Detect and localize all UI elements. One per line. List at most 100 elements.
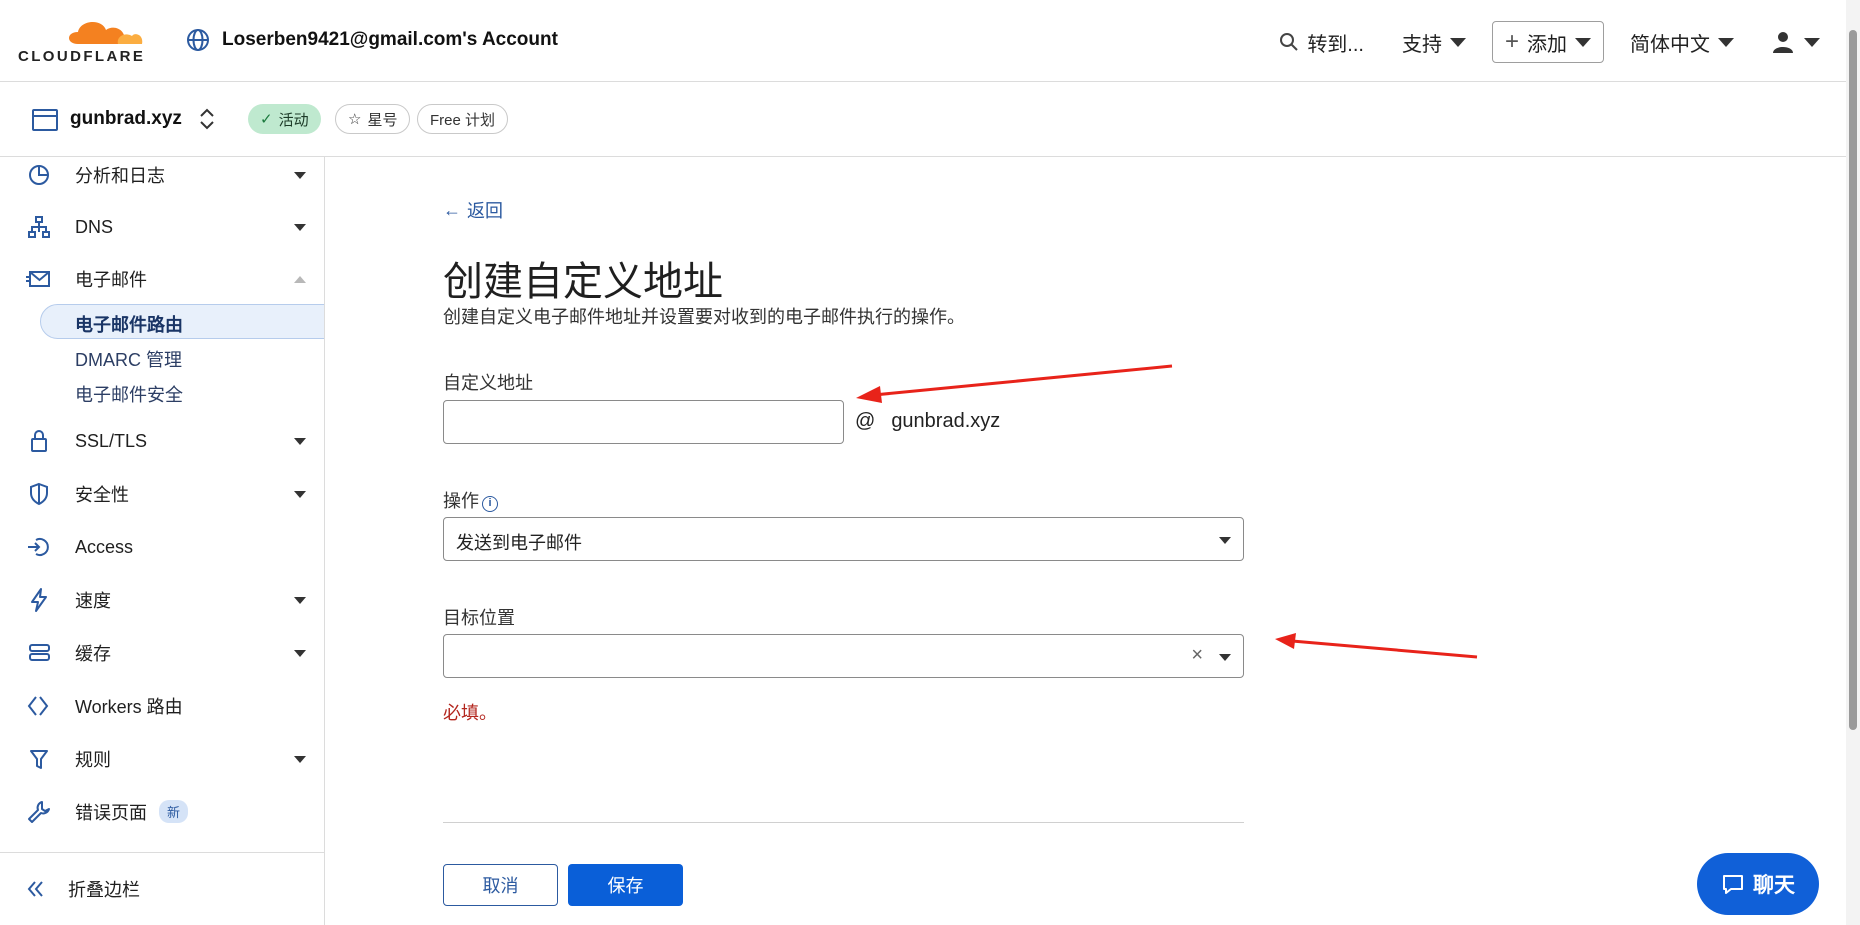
chevron-up-icon xyxy=(294,275,306,283)
action-label-text: 操作 xyxy=(443,491,479,511)
chevron-down-icon xyxy=(294,596,306,604)
check-icon: ✓ xyxy=(260,111,273,128)
sidebar-item-label: 电子邮件 xyxy=(75,270,147,290)
support-label: 支持 xyxy=(1401,33,1442,56)
browser-window-icon xyxy=(32,109,58,131)
custom-address-input[interactable] xyxy=(443,400,844,444)
scrollbar-thumb[interactable] xyxy=(1849,30,1857,730)
plus-icon: + xyxy=(1504,28,1519,55)
clear-icon[interactable]: × xyxy=(1191,644,1203,667)
save-button[interactable]: 保存 xyxy=(568,864,683,906)
cloudflare-logo[interactable]: CLOUDFLARE xyxy=(18,14,158,66)
star-icon: ☆ xyxy=(348,111,362,128)
chevron-down-icon xyxy=(1449,37,1466,47)
annotation-arrow-destination xyxy=(1275,633,1478,659)
sidebar-item-label: Workers 路由 xyxy=(75,697,183,717)
sidebar-item-security[interactable]: 安全性 xyxy=(0,472,324,516)
back-link[interactable]: ← 返回 xyxy=(443,197,503,223)
chevron-down-icon xyxy=(1718,37,1734,47)
plan-badge[interactable]: Free 计划 xyxy=(417,104,509,134)
language-label: 简体中文 xyxy=(1630,33,1710,56)
chevron-down-icon xyxy=(294,223,306,231)
sidebar-item-label: DNS xyxy=(75,216,114,237)
action-select-value: 发送到电子邮件 xyxy=(456,533,582,553)
sidebar-item-label: 规则 xyxy=(75,750,111,770)
main-content: ← 返回 创建自定义地址 创建自定义电子邮件地址并设置要对收到的电子邮件执行的操… xyxy=(443,157,1743,925)
address-domain: @ gunbrad.xyz xyxy=(855,410,1000,433)
add-button[interactable]: + 添加 xyxy=(1491,21,1604,63)
sidebar-subitem-email-routing[interactable]: 电子邮件路由 xyxy=(75,311,183,337)
goto-label: 转到... xyxy=(1307,33,1364,56)
cloud-logo-icon xyxy=(69,21,143,44)
globe-icon xyxy=(187,29,209,51)
chevron-down-icon xyxy=(1575,37,1591,47)
chat-button[interactable]: 聊天 xyxy=(1697,853,1819,915)
at-symbol: @ xyxy=(855,410,876,432)
form-divider xyxy=(443,822,1244,823)
star-button[interactable]: ☆ 星号 xyxy=(335,104,411,134)
destination-error: 必填。 xyxy=(443,703,497,723)
account-switcher[interactable]: Loserben9421@gmail.com's Account xyxy=(186,28,558,52)
cancel-button[interactable]: 取消 xyxy=(443,864,558,906)
search-icon xyxy=(1280,33,1299,51)
account-name: Loserben9421@gmail.com's Account xyxy=(222,29,558,50)
funnel-icon xyxy=(30,750,48,769)
page-scrollbar[interactable] xyxy=(1846,0,1860,925)
access-icon xyxy=(28,538,49,556)
sidebar-item-email[interactable]: 电子邮件 xyxy=(0,257,324,301)
shield-icon xyxy=(30,482,48,506)
sidebar-item-speed[interactable]: 速度 xyxy=(0,578,324,622)
sidebar-item-workers-routes[interactable]: Workers 路由 xyxy=(0,684,324,728)
destination-select[interactable]: × xyxy=(443,634,1244,678)
chevron-down-icon xyxy=(294,755,306,763)
domain-text: gunbrad.xyz xyxy=(891,410,1001,432)
sidebar-item-cache[interactable]: 缓存 xyxy=(0,631,324,675)
sidebar-item-label: 错误页面新 xyxy=(75,799,189,825)
chat-bubble-icon xyxy=(1723,875,1743,894)
new-badge: 新 xyxy=(159,800,189,823)
sidebar-item-error-pages[interactable]: 错误页面新 xyxy=(0,790,324,834)
chevron-down-icon[interactable] xyxy=(1219,654,1231,661)
chevron-down-icon xyxy=(294,490,306,498)
sidebar-item-access[interactable]: Access xyxy=(0,525,324,569)
sidebar-item-rules[interactable]: 规则 xyxy=(0,737,324,781)
chevron-down-icon xyxy=(294,437,306,445)
logo-wordmark: CLOUDFLARE xyxy=(18,48,146,65)
zone-switcher-icon[interactable] xyxy=(196,106,218,132)
sidebar-item-label: SSL/TLS xyxy=(75,430,148,451)
lock-icon xyxy=(31,430,47,452)
workers-icon xyxy=(27,696,49,716)
chevron-down-icon xyxy=(294,171,306,179)
destination-label: 目标位置 xyxy=(443,608,515,628)
sidebar-subitem-dmarc[interactable]: DMARC 管理 xyxy=(75,346,182,372)
chevron-down-icon xyxy=(1804,37,1820,47)
wrench-icon xyxy=(28,801,50,823)
star-label: 星号 xyxy=(367,111,398,129)
zone-name[interactable]: gunbrad.xyz xyxy=(70,108,182,130)
envelope-icon xyxy=(26,271,50,287)
network-icon xyxy=(28,216,50,238)
user-menu[interactable] xyxy=(1772,31,1820,53)
sidebar-item-label: Access xyxy=(75,536,134,557)
collapse-sidebar[interactable]: 折叠边栏 xyxy=(0,852,325,925)
zone-bar: gunbrad.xyz ✓ 活动 ☆ 星号 Free 计划 xyxy=(0,82,1846,157)
action-select[interactable]: 发送到电子邮件 xyxy=(443,517,1244,561)
language-menu[interactable]: 简体中文 xyxy=(1630,28,1734,57)
server-icon xyxy=(29,644,50,661)
chevron-down-icon xyxy=(294,649,306,657)
goto-search[interactable]: 转到... xyxy=(1279,28,1364,57)
chevron-down-icon xyxy=(1219,537,1231,544)
chat-label: 聊天 xyxy=(1753,874,1795,897)
sidebar-item-ssl[interactable]: SSL/TLS xyxy=(0,419,324,463)
top-header: CLOUDFLARE Loserben9421@gmail.com's Acco… xyxy=(0,0,1860,82)
sidebar-subitem-email-security[interactable]: 电子邮件安全 xyxy=(75,381,183,407)
action-label: 操作 i xyxy=(443,487,498,513)
sidebar-item-label: 安全性 xyxy=(75,485,129,505)
custom-address-label: 自定义地址 xyxy=(443,373,533,393)
info-icon[interactable]: i xyxy=(482,496,498,512)
support-menu[interactable]: 支持 xyxy=(1402,28,1466,57)
sidebar-item-dns[interactable]: DNS xyxy=(0,205,324,249)
user-icon xyxy=(1773,32,1793,53)
arrow-left-icon: ← xyxy=(443,199,461,220)
sidebar-item-analytics[interactable]: 分析和日志 xyxy=(0,157,324,197)
